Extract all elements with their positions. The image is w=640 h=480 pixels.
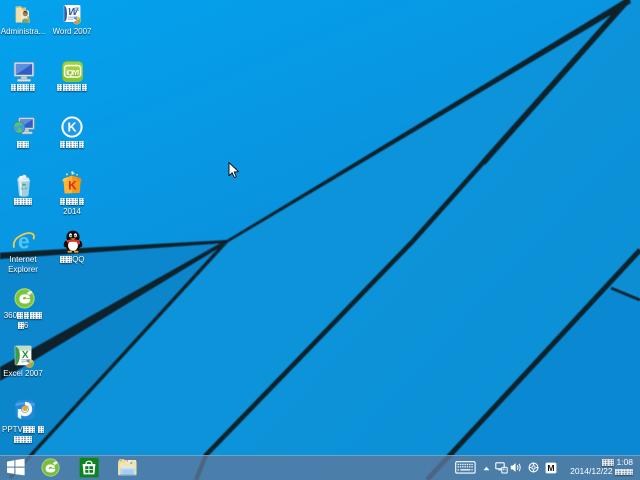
svg-text:K: K (68, 178, 77, 192)
svg-text:iQIYI: iQIYI (66, 68, 79, 77)
svg-text:M: M (547, 463, 554, 473)
svg-text:K: K (67, 120, 76, 134)
